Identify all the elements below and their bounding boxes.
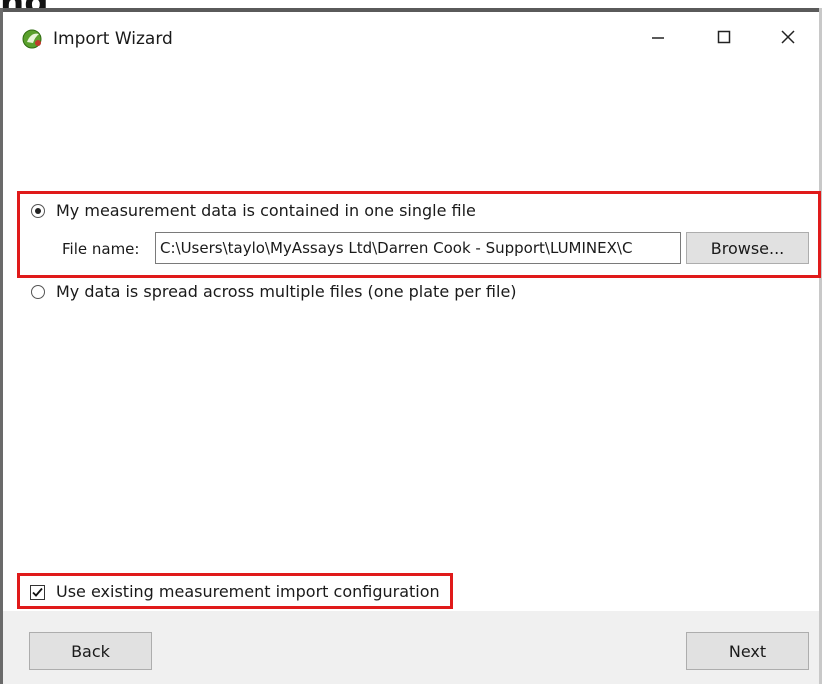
use-existing-config-checkbox[interactable]	[30, 585, 45, 600]
single-file-label[interactable]: My measurement data is contained in one …	[56, 201, 476, 221]
maximize-button[interactable]	[689, 12, 759, 66]
next-button[interactable]: Next	[686, 632, 809, 670]
close-icon	[780, 29, 796, 49]
title-bar[interactable]: Import Wizard	[3, 12, 819, 66]
minimize-icon	[650, 29, 666, 49]
window-title: Import Wizard	[53, 29, 173, 49]
multiple-files-radio[interactable]	[31, 285, 45, 299]
minimize-button[interactable]	[623, 12, 693, 66]
maximize-icon	[716, 29, 732, 49]
app-icon	[21, 27, 45, 51]
window-frame-left	[0, 8, 3, 684]
use-existing-config-label[interactable]: Use existing measurement import configur…	[56, 582, 440, 602]
clipped-heading-text: ng	[0, 0, 120, 8]
file-name-input[interactable]: C:\Users\taylo\MyAssays Ltd\Darren Cook …	[155, 232, 681, 264]
single-file-radio[interactable]	[31, 204, 45, 218]
browse-button[interactable]: Browse...	[686, 232, 809, 264]
multiple-files-label[interactable]: My data is spread across multiple files …	[56, 282, 517, 302]
back-button[interactable]: Back	[29, 632, 152, 670]
file-name-label: File name:	[62, 240, 140, 258]
wizard-footer: Back Next	[3, 611, 819, 684]
close-button[interactable]	[753, 12, 822, 66]
radio-selected-dot	[35, 208, 41, 214]
